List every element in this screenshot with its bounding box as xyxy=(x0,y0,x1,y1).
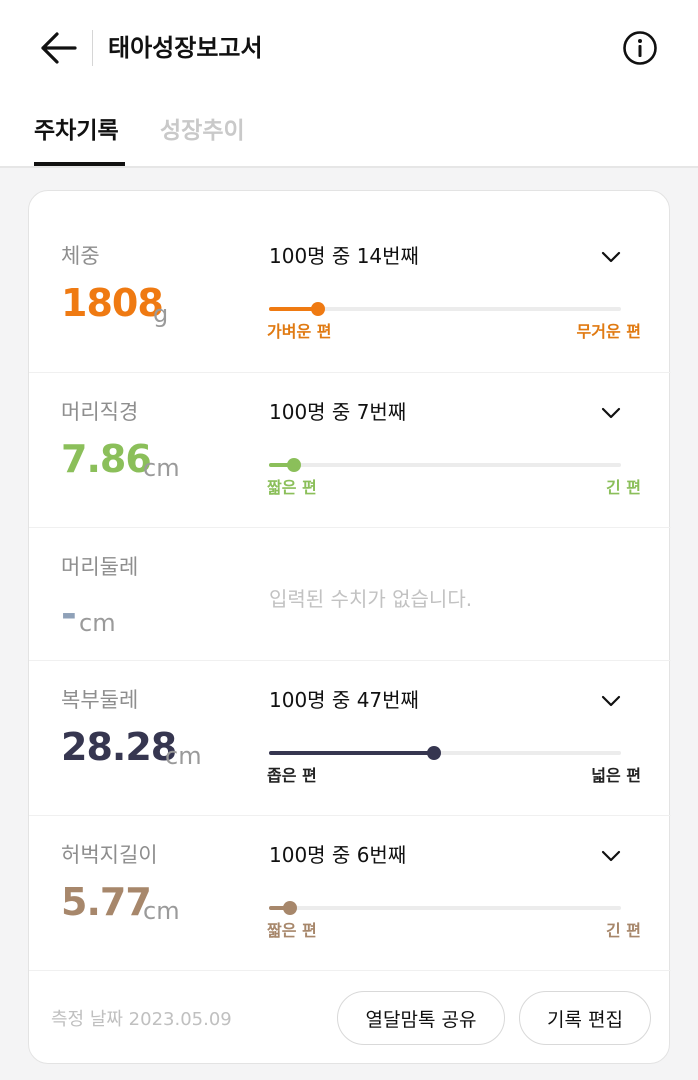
rank-text: 100명 중 14번째 xyxy=(269,244,419,268)
measurement-unit: cm xyxy=(165,742,202,770)
range-left-label: 좁은 편 xyxy=(267,766,317,785)
chevron-down-icon xyxy=(601,251,621,263)
growth-report-card: 체중 1808 g 100명 중 14번째 가벼운 편 무거운 편 머리직경 7… xyxy=(28,190,671,1064)
range-right-label: 긴 편 xyxy=(605,478,641,497)
rank-text: 100명 중 6번째 xyxy=(269,843,407,867)
share-button[interactable]: 열달맘톡 공유 xyxy=(337,991,505,1045)
tab-growth-trend[interactable]: 성장추이 xyxy=(160,114,245,148)
measurement-label: 허벅지길이 xyxy=(61,843,158,867)
percentile-marker xyxy=(427,746,442,760)
empty-message: 입력된 수치가 없습니다. xyxy=(269,587,473,611)
rank-text: 100명 중 7번째 xyxy=(269,400,407,424)
chevron-down-icon xyxy=(601,407,621,419)
arrow-left-icon xyxy=(41,32,77,64)
rank-text: 100명 중 47번째 xyxy=(269,688,419,712)
app-header: 태아성장보고서 xyxy=(0,0,698,100)
percentile-fill xyxy=(269,751,435,755)
percentile-track xyxy=(269,302,621,316)
measurement-label: 머리둘레 xyxy=(61,555,139,579)
info-circle-icon xyxy=(623,31,657,65)
range-right-label: 긴 편 xyxy=(605,921,641,940)
measurement-row-head-circumference: 머리둘레 - cm 입력된 수치가 없습니다. xyxy=(29,528,671,661)
measurement-value: - xyxy=(61,592,77,636)
measurement-date: 측정 날짜 2023.05.09 xyxy=(51,1009,232,1030)
chevron-down-icon xyxy=(601,850,621,862)
measurement-value: 1808 xyxy=(61,281,164,325)
percentile-track xyxy=(269,746,621,760)
percentile-track xyxy=(269,901,621,915)
measurement-unit: cm xyxy=(79,609,116,637)
range-left-label: 짧은 편 xyxy=(267,478,317,497)
chevron-down-icon xyxy=(601,695,621,707)
expand-button[interactable] xyxy=(597,243,625,271)
range-left-label: 가벼운 편 xyxy=(267,322,332,341)
header-divider xyxy=(92,30,93,66)
measurement-label: 복부둘레 xyxy=(61,688,139,712)
percentile-track xyxy=(269,458,621,472)
measurement-row-weight: 체중 1808 g 100명 중 14번째 가벼운 편 무거운 편 xyxy=(29,191,671,373)
page-title: 태아성장보고서 xyxy=(108,34,263,62)
measurement-row-femur-length: 허벅지길이 5.77 cm 100명 중 6번째 짧은 편 긴 편 xyxy=(29,816,671,971)
measurement-row-abdominal-circumference: 복부둘레 28.28 cm 100명 중 47번째 좁은 편 넓은 편 xyxy=(29,661,671,816)
edit-record-button[interactable]: 기록 편집 xyxy=(519,991,651,1045)
info-button[interactable] xyxy=(620,28,660,68)
tab-bar: 주차기록 성장추이 xyxy=(0,100,698,168)
range-left-label: 짧은 편 xyxy=(267,921,317,940)
percentile-marker xyxy=(311,302,326,316)
percentile-marker xyxy=(286,458,301,472)
measurement-unit: cm xyxy=(143,897,180,925)
percentile-marker xyxy=(283,901,298,915)
measurement-value: 28.28 xyxy=(61,725,177,769)
expand-button[interactable] xyxy=(597,687,625,715)
measurement-row-head-diameter: 머리직경 7.86 cm 100명 중 7번째 짧은 편 긴 편 xyxy=(29,373,671,528)
active-tab-indicator xyxy=(34,162,125,166)
range-right-label: 무거운 편 xyxy=(576,322,641,341)
expand-button[interactable] xyxy=(597,842,625,870)
measurement-unit: cm xyxy=(143,454,180,482)
expand-button[interactable] xyxy=(597,399,625,427)
back-button[interactable] xyxy=(30,26,86,70)
measurement-value: 7.86 xyxy=(61,437,152,481)
range-right-label: 넓은 편 xyxy=(591,766,641,785)
measurement-value: 5.77 xyxy=(61,880,152,924)
measurement-label: 체중 xyxy=(61,244,100,268)
measurement-label: 머리직경 xyxy=(61,400,139,424)
tab-weekly-record[interactable]: 주차기록 xyxy=(34,114,119,148)
measurement-unit: g xyxy=(153,300,169,328)
